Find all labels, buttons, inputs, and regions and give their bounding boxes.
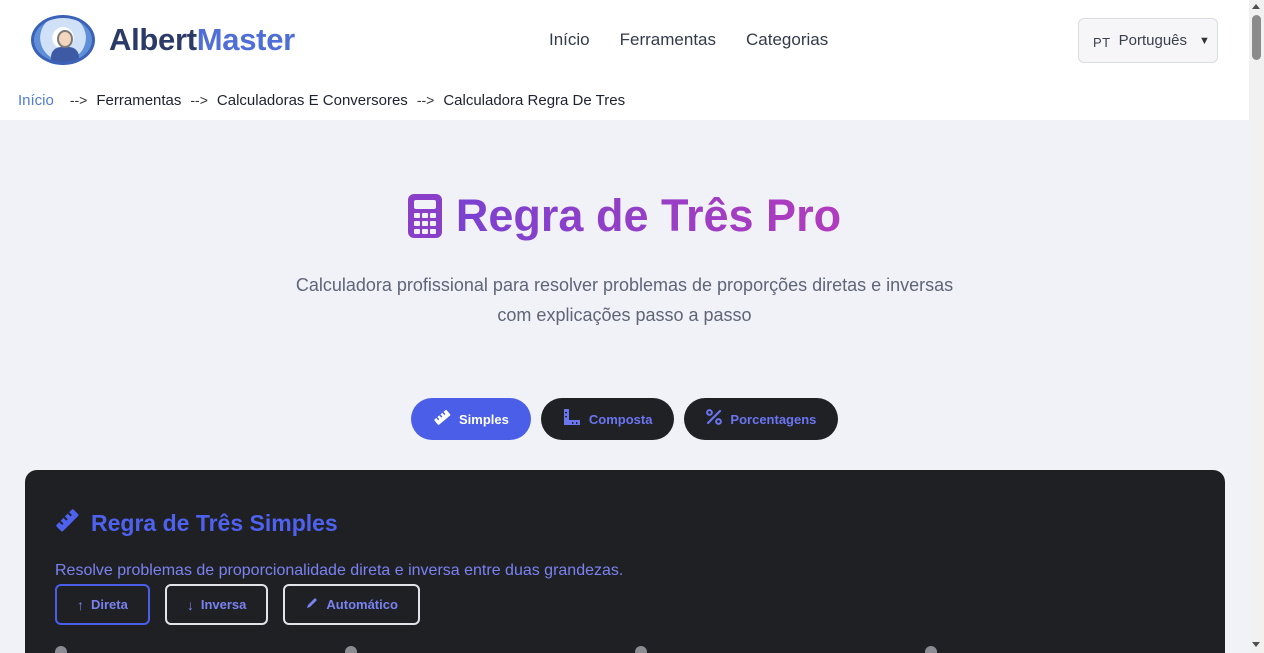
scroll-up-arrow-icon[interactable] [1252,4,1260,9]
brand-name-part2: Master [196,22,295,57]
language-code: PT [1093,34,1111,50]
direta-label: Direta [91,597,128,612]
chevron-down-icon: ▼ [1199,34,1210,47]
breadcrumb-separator: --> [416,92,435,108]
scroll-down-arrow-icon[interactable] [1252,642,1260,647]
tab-simples[interactable]: Simples [411,398,531,440]
automatico-label: Automático [326,597,398,612]
inversa-label: Inversa [200,597,247,612]
ruler-combined-icon [563,408,581,430]
field-indicator[interactable] [925,646,937,653]
breadcrumb-calculadoras[interactable]: Calculadoras E Conversores [217,92,408,109]
main-nav: Início Ferramentas Categorias [549,30,858,50]
page-subtitle: Calculadora profissional para resolver p… [0,270,1249,330]
proportion-mode-buttons: ↑ Direta ↓ Inversa Automático [55,584,435,625]
page-title: Regra de Três Pro [455,190,842,241]
tab-composta[interactable]: Composta [540,398,675,440]
field-indicator[interactable] [345,646,357,653]
language-selector[interactable]: PT Português ▼ [1078,18,1218,63]
ruler-icon [55,508,79,538]
tab-porcentagens[interactable]: Porcentagens [684,398,839,440]
brand-name: AlbertMaster [109,22,295,58]
percent-icon [706,409,723,429]
calculator-card: Regra de Três Simples Resolve problemas … [25,470,1225,653]
arrow-up-icon: ↑ [77,596,84,613]
calculator-tabs: Simples Composta Porcentagens [411,398,848,440]
card-title: Regra de Três Simples [55,508,338,538]
subtitle-line-2: com explicações passo a passo [497,305,752,325]
breadcrumb-home[interactable]: Início [18,92,54,109]
automatico-button[interactable]: Automático [283,584,420,625]
nav-inicio[interactable]: Início [549,30,590,50]
brand-logo[interactable]: AlbertMaster [31,15,295,65]
arrow-down-icon: ↓ [186,596,194,613]
tab-composta-label: Composta [588,411,653,427]
inversa-button[interactable]: ↓ Inversa [164,584,269,625]
nav-ferramentas[interactable]: Ferramentas [620,30,716,50]
brand-name-part1: Albert [109,22,197,57]
calculator-icon [407,194,442,238]
nav-categorias[interactable]: Categorias [746,30,828,50]
breadcrumb: Início --> Ferramentas --> Calculadoras … [0,80,1249,120]
pencil-icon [305,596,319,613]
page-title-row: Regra de Três Pro [0,190,1249,242]
card-description: Resolve problemas de proporcionalidade d… [55,562,624,579]
language-label: Português [1118,32,1188,49]
subtitle-line-1: Calculadora profissional para resolver p… [295,275,954,295]
logo-image [31,15,95,65]
direta-button[interactable]: ↑ Direta [55,584,150,625]
breadcrumb-separator: --> [69,92,88,108]
breadcrumb-separator: --> [190,92,208,108]
tab-simples-label: Simples [459,411,509,427]
field-indicator[interactable] [635,646,647,653]
breadcrumb-ferramentas[interactable]: Ferramentas [96,92,181,109]
field-indicator[interactable] [55,646,67,653]
card-title-text: Regra de Três Simples [91,509,338,536]
tab-porcentagens-label: Porcentagens [730,411,817,427]
scrollbar-thumb[interactable] [1252,15,1261,60]
ruler-icon [433,408,451,430]
breadcrumb-current: Calculadora Regra De Tres [443,91,626,109]
page-scrollbar[interactable] [1249,0,1264,653]
site-header: AlbertMaster Início Ferramentas Categori… [0,0,1249,80]
